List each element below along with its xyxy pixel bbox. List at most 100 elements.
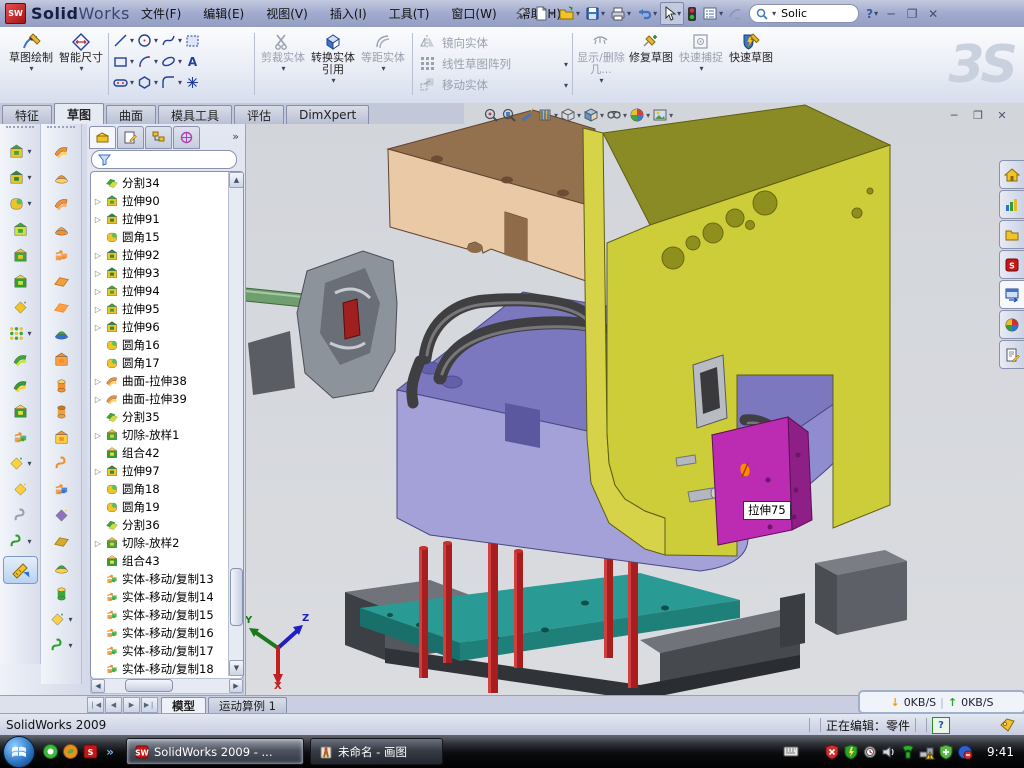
- scroll-right-button[interactable]: ▶: [229, 679, 243, 693]
- headsup-appearance-button[interactable]: ▾: [629, 107, 650, 123]
- headsup-display-style-button[interactable]: ▾: [560, 107, 581, 123]
- sketch-tool-text[interactable]: A: [184, 51, 208, 72]
- features-tool-4[interactable]: [0, 242, 40, 268]
- surfaces-tool-4[interactable]: [41, 242, 81, 268]
- tree-item[interactable]: ▷拉伸92: [91, 246, 227, 264]
- scroll-down-button[interactable]: ▼: [229, 660, 244, 676]
- feature-manager-tab[interactable]: [89, 126, 116, 149]
- sketch-tool-arc[interactable]: ▾: [136, 51, 160, 72]
- quicklaunch-chevron[interactable]: »: [100, 741, 120, 763]
- surfaces-tool-12[interactable]: [41, 450, 81, 476]
- features-tool-12[interactable]: ▾: [0, 450, 40, 476]
- rebuild-button[interactable]: [685, 3, 699, 24]
- quicklaunch-solidworks-icon[interactable]: S: [80, 741, 100, 763]
- surfaces-tool-15[interactable]: [41, 528, 81, 554]
- tree-item[interactable]: 实体-移动/复制18: [91, 660, 227, 678]
- surfaces-tool-5[interactable]: [41, 268, 81, 294]
- sketch-tool-line[interactable]: ▾: [112, 30, 136, 51]
- cm-tab-4[interactable]: 评估: [234, 105, 284, 124]
- tray-shield-green-icon[interactable]: [843, 744, 859, 760]
- features-tool-0[interactable]: ▾: [0, 138, 40, 164]
- new-document-button[interactable]: ▾: [532, 3, 556, 24]
- surfaces-tool-17[interactable]: [41, 580, 81, 606]
- dimxpert-manager-tab[interactable]: [173, 126, 200, 149]
- task-pane-tab-home[interactable]: [999, 160, 1024, 189]
- task-pane-tab-solidworks-resources[interactable]: S: [999, 250, 1024, 279]
- tray-keyboard-icon[interactable]: [783, 744, 799, 760]
- tray-updater-icon[interactable]: [957, 744, 973, 760]
- features-tool-6[interactable]: [0, 294, 40, 320]
- tree-item[interactable]: ▷曲面-拉伸39: [91, 390, 227, 408]
- expander-icon[interactable]: ▷: [94, 215, 102, 224]
- surfaces-tool-7[interactable]: [41, 320, 81, 346]
- surfaces-tool-8[interactable]: [41, 346, 81, 372]
- surfaces-tool-16[interactable]: [41, 554, 81, 580]
- task-pane-tab-design-library[interactable]: [999, 190, 1024, 219]
- ribbon-button-move-entities[interactable]: 移动实体 ▾: [418, 75, 568, 96]
- tab-prev-button[interactable]: ◀: [105, 697, 122, 713]
- features-tool-10[interactable]: [0, 398, 40, 424]
- sketch-tool-polygon[interactable]: ▾: [136, 72, 160, 93]
- surfaces-tool-14[interactable]: [41, 502, 81, 528]
- surfaces-tool-2[interactable]: [41, 190, 81, 216]
- tree-item[interactable]: ▷切除-放样1: [91, 426, 227, 444]
- sketch-tool-spline[interactable]: ▾: [160, 30, 184, 51]
- surfaces-tool-6[interactable]: [41, 294, 81, 320]
- tree-item[interactable]: ▷拉伸93: [91, 264, 227, 282]
- undo-button[interactable]: ▾: [634, 3, 659, 24]
- sketch-tool-rect[interactable]: ▾: [112, 51, 136, 72]
- features-tool-13[interactable]: [0, 476, 40, 502]
- quicklaunch-messenger-icon[interactable]: [40, 741, 60, 763]
- search-box[interactable]: ▾: [749, 4, 859, 23]
- tree-item[interactable]: 圆角18: [91, 480, 227, 498]
- surfaces-tool-9[interactable]: [41, 372, 81, 398]
- scroll-left-button[interactable]: ◀: [91, 679, 105, 693]
- tree-item[interactable]: ▷拉伸97: [91, 462, 227, 480]
- tree-item[interactable]: 实体-移动/复制14: [91, 588, 227, 606]
- expander-icon[interactable]: ▷: [94, 431, 102, 440]
- panel-overflow-button[interactable]: »: [232, 130, 239, 143]
- tab-last-button[interactable]: ▶❘: [141, 697, 158, 713]
- features-tool-9[interactable]: [0, 372, 40, 398]
- tree-item[interactable]: 圆角19: [91, 498, 227, 516]
- expander-icon[interactable]: ▷: [94, 323, 102, 332]
- surfaces-tool-13[interactable]: [41, 476, 81, 502]
- features-tool-3[interactable]: [0, 216, 40, 242]
- cm-tab-5[interactable]: DimXpert: [286, 105, 369, 124]
- doc-close-button[interactable]: ✕: [993, 108, 1011, 123]
- graphics-viewport[interactable]: Y Z X ▾▾▾▾▾▾ ─ ❐ ✕ 拉伸75: [245, 103, 1024, 695]
- tree-item[interactable]: ▷拉伸95: [91, 300, 227, 318]
- expander-icon[interactable]: ▷: [94, 269, 102, 278]
- features-tool-15[interactable]: ▾: [0, 528, 40, 554]
- configuration-manager-tab[interactable]: [145, 126, 172, 149]
- ribbon-button-quick-snaps[interactable]: 快速捕捉 ▾: [676, 30, 726, 98]
- cm-tab-1[interactable]: 草图: [54, 103, 104, 124]
- print-button[interactable]: ▾: [608, 3, 633, 24]
- sketch-tool-circle[interactable]: ▾: [136, 30, 160, 51]
- horizontal-scroll-thumb[interactable]: [125, 679, 173, 692]
- headsup-magnify-button[interactable]: [519, 107, 535, 123]
- tags-icon[interactable]: [998, 718, 1016, 732]
- features-tool-5[interactable]: [0, 268, 40, 294]
- sketch-tool-sketch-fillet[interactable]: ▾: [160, 72, 184, 93]
- magenta-block[interactable]: [712, 417, 812, 545]
- cm-tab-2[interactable]: 曲面: [106, 105, 156, 124]
- search-input[interactable]: [779, 6, 838, 21]
- restore-button[interactable]: ❐: [902, 5, 922, 23]
- top-clamp-plate[interactable]: [388, 110, 595, 284]
- expander-icon[interactable]: ▷: [94, 467, 102, 476]
- overflow-button[interactable]: ..: [726, 3, 744, 24]
- tree-item[interactable]: 实体-移动/复制17: [91, 642, 227, 660]
- close-button[interactable]: ✕: [923, 5, 943, 23]
- hose-clip[interactable]: [693, 355, 727, 428]
- tree-item[interactable]: ▷拉伸96: [91, 318, 227, 336]
- surfaces-tool-10[interactable]: [41, 398, 81, 424]
- instant3d-button[interactable]: [3, 556, 38, 584]
- expander-icon[interactable]: ▷: [94, 395, 102, 404]
- tree-item[interactable]: 组合42: [91, 444, 227, 462]
- ribbon-button-mirror[interactable]: 镜向实体: [418, 33, 568, 54]
- doc-restore-button[interactable]: ❐: [969, 108, 987, 123]
- tree-item[interactable]: ▷拉伸94: [91, 282, 227, 300]
- ribbon-button-smart-dimension[interactable]: 智能尺寸 ▾: [56, 30, 106, 98]
- task-pane-tab-custom-properties[interactable]: [999, 340, 1024, 369]
